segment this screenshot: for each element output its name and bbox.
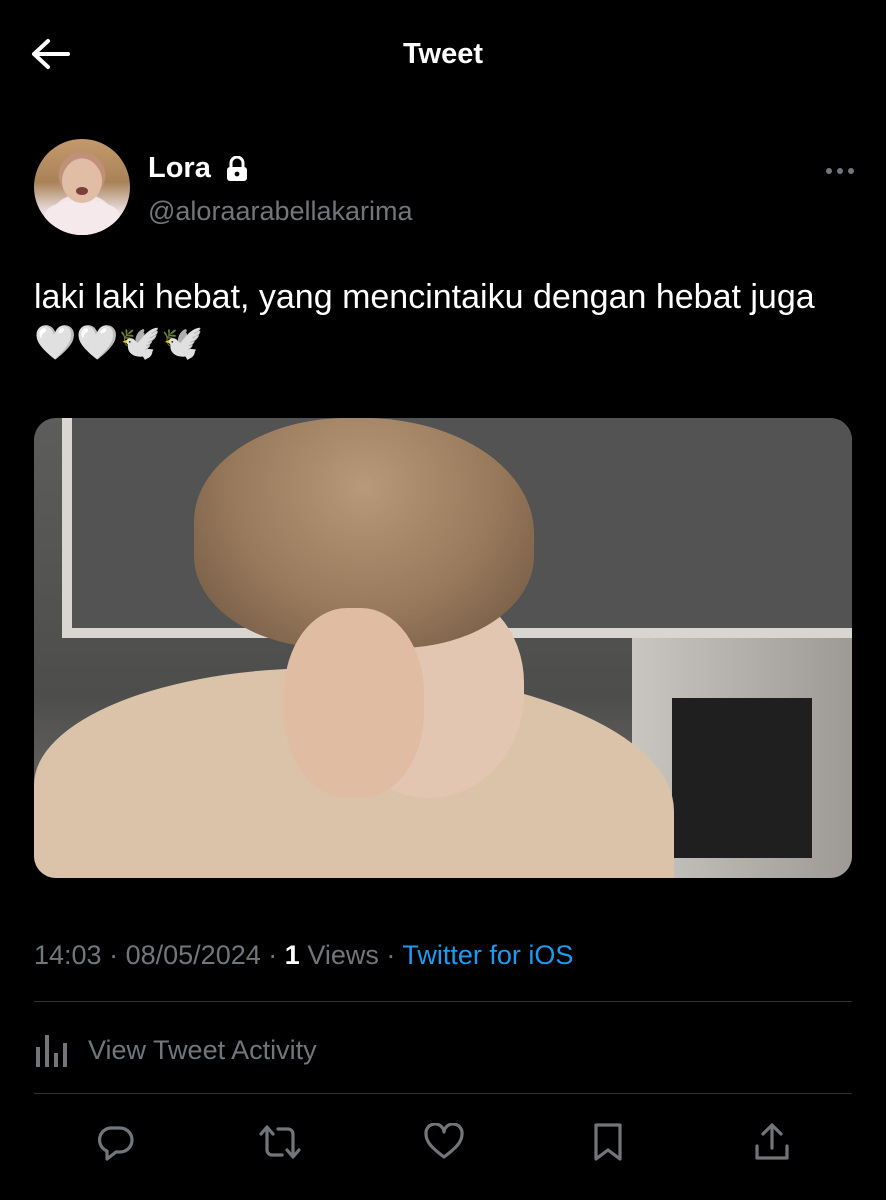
tweet-text: laki laki hebat, yang mencintaiku dengan… <box>34 278 815 362</box>
lock-icon <box>225 155 249 182</box>
tweet-date: 08/05/2024 <box>125 940 261 970</box>
top-bar: Tweet <box>0 0 886 110</box>
author-handle[interactable]: @aloraarabellakarima <box>148 196 413 227</box>
analytics-icon <box>34 1033 70 1067</box>
bookmark-icon <box>594 1123 622 1161</box>
retweet-icon <box>259 1125 301 1159</box>
share-button[interactable] <box>748 1118 796 1166</box>
avatar[interactable] <box>34 139 130 235</box>
views-count: 1 <box>284 940 300 970</box>
tweet-time: 14:03 <box>34 940 102 970</box>
share-icon <box>755 1123 789 1160</box>
reply-button[interactable] <box>92 1118 140 1166</box>
view-tweet-activity-label: View Tweet Activity <box>88 1034 317 1065</box>
tweet-meta: 14:03 · 08/05/2024 · 1 Views · Twitter f… <box>34 940 574 970</box>
tweet-source-link[interactable]: Twitter for iOS <box>402 940 573 970</box>
author-name[interactable]: Lora <box>148 152 249 185</box>
tweet-actions <box>0 1118 886 1166</box>
like-icon <box>424 1123 464 1159</box>
views-label: Views <box>307 940 379 970</box>
more-options-button[interactable] <box>822 156 858 186</box>
reply-icon <box>97 1126 134 1161</box>
author-name-label: Lora <box>148 152 211 184</box>
more-dots-icon <box>826 168 854 174</box>
retweet-button[interactable] <box>256 1118 304 1166</box>
divider <box>34 1001 852 1002</box>
page-title: Tweet <box>402 38 484 70</box>
tweet-media-image[interactable] <box>34 418 852 878</box>
divider <box>34 1093 852 1094</box>
bookmark-button[interactable] <box>584 1118 632 1166</box>
view-tweet-activity-button[interactable]: View Tweet Activity <box>34 1030 317 1070</box>
like-button[interactable] <box>420 1118 468 1166</box>
